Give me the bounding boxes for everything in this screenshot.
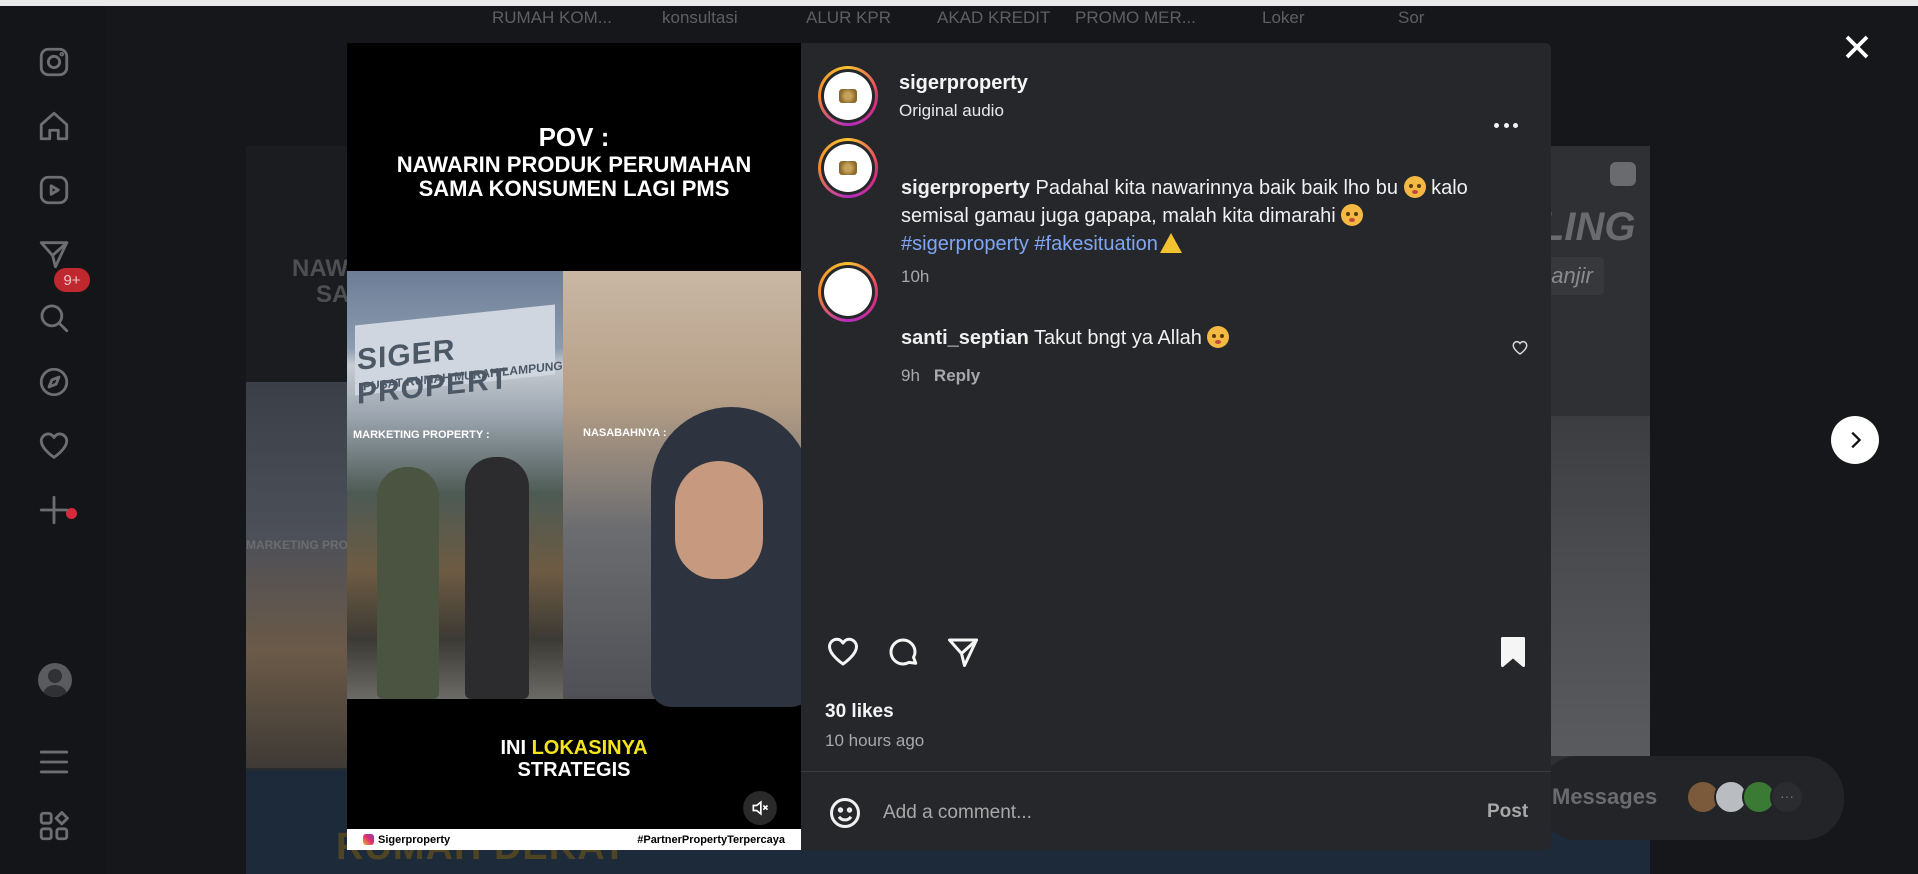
post-author-username[interactable]: sigerproperty (899, 72, 1028, 95)
person (465, 457, 529, 699)
post-caption: sigerproperty Padahal kita nawarinnya ba… (901, 174, 1501, 258)
comment-icon[interactable] (885, 634, 925, 674)
background-left-text: NAW SA (292, 256, 349, 308)
comment-text: Takut bngt ya Allah (1028, 327, 1208, 349)
media-footer-tag: #PartnerPropertyTerpercaya (637, 833, 785, 846)
media-footer-handle: Sigerproperty (363, 834, 450, 846)
face (675, 461, 763, 579)
post-details-panel: sigerproperty Original audio sigerproper… (801, 43, 1551, 850)
emoji-picker-icon[interactable] (827, 795, 863, 831)
media-label-left: MARKETING PROPERTY : (353, 429, 490, 441)
person (377, 467, 439, 699)
share-icon[interactable] (945, 634, 985, 674)
highlight-tab[interactable]: ALUR KPR (806, 8, 891, 28)
comment: santi_septian Takut bngt ya Allah (901, 326, 1230, 350)
post-comment-button[interactable]: Post (1487, 801, 1528, 823)
media-photo-right: NASABAHNYA : (563, 271, 801, 707)
media-pov-line: POV : (538, 122, 610, 152)
next-post-button[interactable] (1831, 416, 1879, 464)
home-icon[interactable] (34, 106, 74, 146)
media-footer-handle-text: Sigerproperty (378, 833, 451, 846)
flushed-face-emoji-icon (1341, 204, 1364, 226)
highlight-tab[interactable]: konsultasi (662, 8, 738, 28)
flushed-face-emoji-icon (1207, 326, 1230, 348)
highlight-tab[interactable]: Sor (1398, 8, 1426, 28)
like-count[interactable]: 30 likes (825, 701, 894, 723)
media-pov-line: NAWARIN PRODUK PERUMAHAN (396, 152, 752, 177)
search-icon[interactable] (34, 298, 74, 338)
mute-button[interactable] (743, 791, 777, 825)
post-media[interactable]: POV : NAWARIN PRODUK PERUMAHAN SAMA KONS… (347, 43, 801, 850)
media-footer: Sigerproperty #PartnerPropertyTerpercaya (347, 829, 801, 850)
caption-text: Padahal kita nawarinnya baik baik lho bu (1029, 177, 1404, 199)
background-left-line: NAW (292, 255, 348, 282)
more-avatars-icon: ··· (1770, 780, 1804, 814)
comment-timestamp: 9h (901, 366, 920, 385)
media-pov-line: SAMA KONSUMEN LAGI PMS (418, 176, 730, 201)
instagram-icon[interactable] (34, 42, 74, 82)
hashtag-link[interactable]: #fakesituation (1034, 233, 1157, 255)
highlight-tab[interactable]: PROMO MER... (1075, 8, 1196, 28)
create-icon[interactable] (34, 490, 74, 530)
background-left-caption: MARKETING PRO (246, 538, 348, 552)
warning-emoji-icon (1159, 233, 1182, 253)
background-right-title: LING (1540, 205, 1636, 249)
comment-divider (801, 771, 1551, 772)
menu-icon[interactable] (34, 742, 74, 782)
hashtag-link[interactable]: #sigerproperty (901, 233, 1029, 255)
notification-badge: 9+ (54, 268, 90, 292)
pleading-face-emoji-icon (1403, 176, 1426, 198)
comment-username[interactable]: santi_septian (901, 327, 1029, 349)
comment-meta: 9h Reply (901, 366, 980, 386)
background-left-line: SA (316, 281, 350, 308)
comment-like-icon[interactable] (1511, 339, 1529, 357)
media-photo-left: SIGER PROPERT PUSAT RUMAH MURAH LAMPUNG … (347, 271, 563, 699)
chevron-right-icon (1851, 431, 1862, 449)
messages-label[interactable]: Messages (1552, 784, 1657, 810)
caption-username[interactable]: sigerproperty (901, 177, 1030, 199)
post-author-avatar[interactable] (818, 66, 878, 126)
more-apps-icon[interactable] (34, 806, 74, 846)
reply-button[interactable]: Reply (934, 366, 980, 385)
media-lokasi-line: STRATEGIS (517, 759, 631, 781)
media-label-right: NASABAHNYA : (583, 427, 667, 439)
reels-icon[interactable] (34, 170, 74, 210)
media-lokasi-highlight: LOKASINYA (531, 737, 648, 759)
caption-timestamp: 10h (901, 267, 930, 286)
commenter-avatar[interactable] (818, 262, 878, 322)
profile-icon[interactable] (38, 663, 72, 697)
highlight-tab[interactable]: Loker (1262, 8, 1305, 28)
media-pov-text: POV : NAWARIN PRODUK PERUMAHAN SAMA KONS… (347, 122, 801, 201)
explore-icon[interactable] (34, 362, 74, 402)
reel-indicator-icon (1610, 162, 1636, 186)
comment-input[interactable] (883, 798, 1403, 828)
left-navigation: 9+ (0, 6, 106, 874)
more-options-icon[interactable] (1494, 123, 1518, 129)
instagram-icon (363, 834, 374, 845)
post-timestamp: 10 hours ago (825, 731, 925, 750)
notifications-icon[interactable] (34, 426, 74, 466)
highlight-tab[interactable]: AKAD KREDIT (937, 8, 1050, 28)
close-icon[interactable] (1842, 32, 1872, 62)
media-lokasi-text: INI LOKASINYA STRATEGIS (347, 737, 801, 781)
browser-top-strip (0, 0, 1918, 6)
like-icon[interactable] (825, 634, 865, 674)
background-post-left[interactable] (246, 146, 348, 768)
caption-author-avatar[interactable] (818, 138, 878, 198)
original-audio-link[interactable]: Original audio (899, 101, 1004, 121)
media-lokasi-prefix: INI (500, 737, 532, 759)
muted-speaker-icon (752, 800, 769, 816)
actions-divider (801, 621, 1551, 622)
messages-avatars: ··· (1686, 780, 1804, 814)
save-icon[interactable] (1495, 634, 1535, 674)
highlight-tab[interactable]: RUMAH KOM... (492, 8, 612, 28)
